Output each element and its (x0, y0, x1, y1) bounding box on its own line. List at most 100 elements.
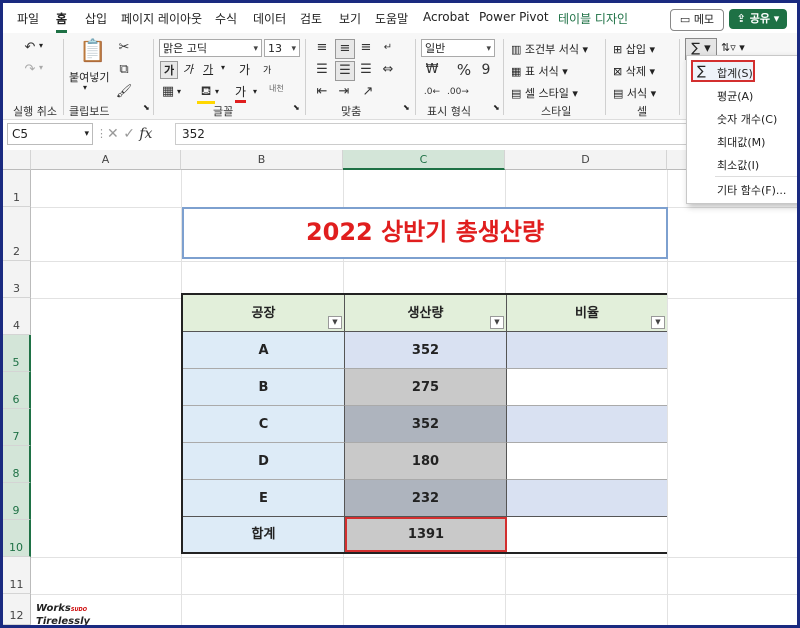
italic-button[interactable]: 가 (183, 61, 193, 77)
name-box[interactable]: C5 ▾ (7, 123, 93, 145)
tab-file[interactable]: 파일 (17, 10, 39, 27)
row-header-2[interactable]: 2 (3, 207, 31, 261)
bold-button[interactable]: 가 (160, 61, 179, 79)
tab-table-design[interactable]: 테이블 디자인 (558, 10, 628, 27)
row-header-12[interactable]: 12 (3, 594, 31, 625)
percent-icon[interactable]: % (455, 61, 473, 79)
phonetic-button[interactable]: 내천 (269, 83, 284, 94)
more-functions-menu-item[interactable]: 기타 함수(F)... (717, 182, 786, 198)
font-color-button[interactable]: 가 (235, 83, 247, 103)
row-header-9[interactable]: 9 (3, 483, 31, 520)
total-ratio-cell[interactable] (507, 517, 667, 552)
currency-icon[interactable]: ₩ (423, 61, 441, 79)
max-menu-item[interactable]: 최대값(M) (717, 134, 765, 150)
format-cells-button[interactable]: ▤ 서식 ▾ (613, 85, 656, 101)
decrease-indent-icon[interactable]: ⇤ (313, 83, 331, 101)
row-header-11[interactable]: 11 (3, 557, 31, 594)
total-label-cell[interactable]: 합계 (183, 517, 345, 552)
cell-factory[interactable]: B (183, 369, 345, 406)
header-ratio[interactable]: 비율 ▼ (507, 295, 667, 332)
cell-factory[interactable]: C (183, 406, 345, 443)
grow-font-button[interactable]: 가 (239, 61, 250, 78)
fill-dropdown-icon[interactable]: ▾ (215, 87, 219, 96)
column-header-c[interactable]: C (343, 150, 505, 170)
cell-quantity[interactable]: 275 (345, 369, 507, 406)
cell-quantity[interactable]: 180 (345, 443, 507, 480)
count-menu-item[interactable]: 숫자 개수(C) (717, 111, 777, 127)
min-menu-item[interactable]: 최소값(I) (717, 157, 759, 173)
average-menu-item[interactable]: 평균(A) (717, 88, 753, 104)
underline-dropdown-icon[interactable]: ▾ (221, 63, 225, 72)
cell-quantity[interactable]: 232 (345, 480, 507, 517)
tab-help[interactable]: 도움말 (375, 10, 408, 27)
cell-quantity[interactable]: 352 (345, 332, 507, 369)
delete-cells-button[interactable]: ⊠ 삭제 ▾ (613, 63, 655, 79)
decrease-decimal-icon[interactable]: .00→ (447, 83, 469, 101)
sort-filter-button[interactable]: ⇅▿ ▾ (721, 41, 745, 54)
column-header-b[interactable]: B (181, 150, 343, 170)
cell-factory[interactable]: A (183, 332, 345, 369)
cancel-icon[interactable]: ✕ (107, 126, 119, 142)
redo-icon[interactable]: ↷ (21, 61, 39, 79)
number-launcher-icon[interactable]: ⬊ (493, 103, 500, 112)
cell-ratio[interactable] (507, 406, 667, 443)
number-format-select[interactable]: 일반 ▾ (421, 39, 495, 57)
paste-icon[interactable]: 📋 (79, 39, 106, 65)
row-header-1[interactable]: 1 (3, 170, 31, 207)
undo-dropdown-icon[interactable]: ▾ (39, 41, 43, 50)
align-center-icon[interactable]: ☰ (335, 61, 355, 81)
border-dropdown-icon[interactable]: ▾ (177, 87, 181, 96)
total-value-cell[interactable]: 1391 (345, 517, 507, 552)
font-launcher-icon[interactable]: ⬊ (293, 103, 300, 112)
sum-menu-item[interactable]: ∑ 합계(S) (691, 60, 755, 82)
conditional-format-button[interactable]: ▥ 조건부 서식 ▾ (511, 41, 588, 57)
tab-power-pivot[interactable]: Power Pivot (479, 10, 549, 24)
cell-styles-button[interactable]: ▤ 셀 스타일 ▾ (511, 85, 578, 101)
function-icon[interactable]: fx (139, 126, 152, 142)
row-header-4[interactable]: 4 (3, 298, 31, 335)
header-quantity[interactable]: 생산량 ▼ (345, 295, 507, 332)
wrap-text-icon[interactable]: ↵ (379, 39, 397, 57)
paste-label[interactable]: 붙여넣기 (69, 69, 109, 85)
tab-review[interactable]: 검토 (300, 10, 322, 27)
font-color-dropdown-icon[interactable]: ▾ (253, 87, 257, 96)
title-cell[interactable]: 2022 상반기 총생산량 (182, 207, 668, 259)
enter-icon[interactable]: ✓ (123, 126, 135, 142)
cell-ratio[interactable] (507, 480, 667, 517)
cell-ratio[interactable] (507, 332, 667, 369)
row-header-3[interactable]: 3 (3, 261, 31, 298)
filter-dropdown-icon[interactable]: ▼ (490, 316, 504, 329)
tab-home[interactable]: 홈 (56, 10, 68, 33)
cell-quantity[interactable]: 352 (345, 406, 507, 443)
column-header-d[interactable]: D (505, 150, 667, 170)
paste-dropdown-icon[interactable]: ▾ (83, 83, 87, 92)
share-button[interactable]: ⇪ 공유 ▾ (729, 9, 787, 29)
font-name-select[interactable]: 맑은 고딕 ▾ (159, 39, 262, 57)
cell-factory[interactable]: E (183, 480, 345, 517)
align-bottom-icon[interactable]: ≡ (357, 39, 375, 57)
format-as-table-button[interactable]: ▦ 표 서식 ▾ (511, 63, 568, 79)
row-header-10[interactable]: 10 (3, 520, 31, 557)
memo-button[interactable]: ▭ 메모 (670, 9, 724, 31)
row-header-8[interactable]: 8 (3, 446, 31, 483)
tab-data[interactable]: 데이터 (253, 10, 286, 27)
orientation-icon[interactable]: ↗ (359, 83, 377, 101)
cell-ratio[interactable] (507, 443, 667, 480)
tab-page-layout[interactable]: 페이지 레이아웃 (121, 10, 202, 27)
align-top-icon[interactable]: ≡ (313, 39, 331, 57)
shrink-font-button[interactable]: 가 (263, 63, 271, 76)
column-header-a[interactable]: A (31, 150, 181, 170)
font-size-select[interactable]: 13 ▾ (264, 39, 300, 57)
increase-decimal-icon[interactable]: .0← (423, 83, 441, 101)
filter-dropdown-icon[interactable]: ▼ (328, 316, 342, 329)
underline-button[interactable]: 가 (203, 61, 213, 77)
cut-icon[interactable]: ✂ (115, 39, 133, 57)
insert-cells-button[interactable]: ⊞ 삽입 ▾ (613, 41, 655, 57)
border-icon[interactable]: ▦ (159, 83, 177, 101)
align-left-icon[interactable]: ☰ (313, 61, 331, 79)
comma-icon[interactable]: 9 (477, 61, 495, 79)
tab-acrobat[interactable]: Acrobat (423, 10, 469, 24)
tab-view[interactable]: 보기 (339, 10, 361, 27)
row-header-5[interactable]: 5 (3, 335, 31, 372)
row-header-7[interactable]: 7 (3, 409, 31, 446)
